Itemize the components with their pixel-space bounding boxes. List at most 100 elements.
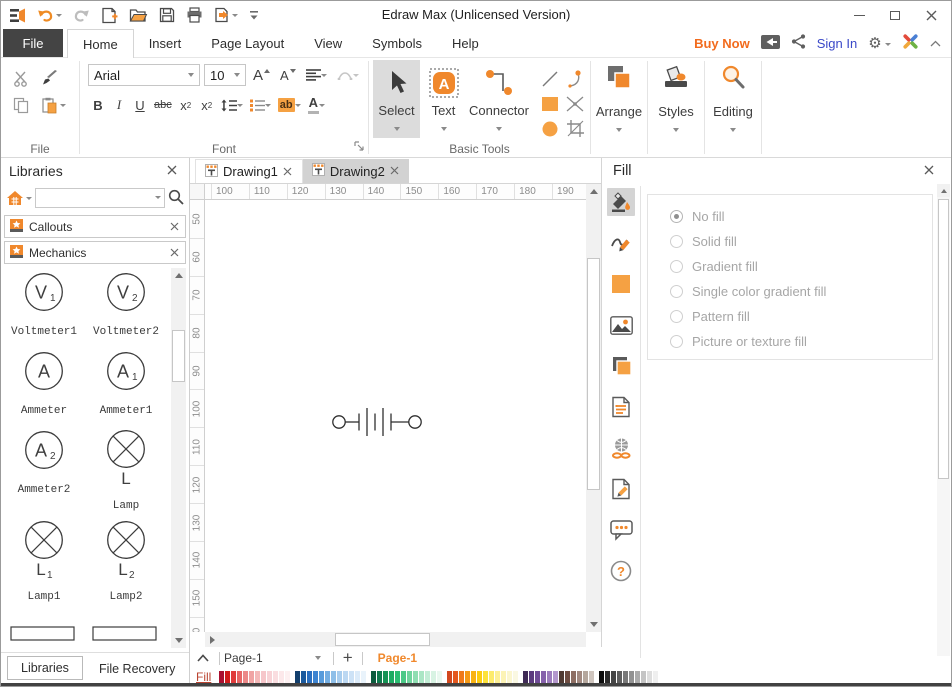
close-button[interactable] — [913, 1, 949, 29]
menu-tab-view[interactable]: View — [299, 29, 357, 57]
scroll-down-icon[interactable] — [171, 633, 186, 648]
scroll-right-icon[interactable] — [205, 632, 220, 647]
color-swatch[interactable] — [295, 671, 300, 683]
color-swatch[interactable] — [541, 671, 546, 683]
scroll-down-icon[interactable] — [586, 617, 601, 632]
color-swatch[interactable] — [231, 671, 236, 683]
text-tool-button[interactable]: A Text — [420, 60, 467, 138]
color-swatch[interactable] — [471, 671, 476, 683]
layers-tool-icon[interactable] — [607, 352, 635, 380]
document-tab-drawing1[interactable]: Drawing1 — [195, 159, 303, 183]
connector-tool-button[interactable]: Connector — [467, 60, 531, 138]
color-swatch[interactable] — [535, 671, 540, 683]
color-swatch[interactable] — [343, 671, 348, 683]
color-swatch[interactable] — [477, 671, 482, 683]
panel-tab-libraries[interactable]: Libraries — [7, 656, 83, 680]
arc-tool-button[interactable] — [564, 66, 586, 91]
color-swatch[interactable] — [361, 671, 366, 683]
menu-tab-symbols[interactable]: Symbols — [357, 29, 437, 57]
new-document-button[interactable] — [99, 4, 120, 26]
line-tool-button[interactable] — [539, 66, 561, 91]
library-section-close-icon[interactable] — [170, 248, 180, 258]
styles-button[interactable]: Styles — [648, 58, 704, 157]
color-swatch[interactable] — [583, 671, 588, 683]
library-symbol-ammeter[interactable]: AAmmeter — [3, 350, 85, 417]
color-swatch[interactable] — [635, 671, 640, 683]
color-swatch[interactable] — [395, 671, 400, 683]
color-swatch[interactable] — [483, 671, 488, 683]
menu-tab-home[interactable]: Home — [67, 29, 134, 58]
connection-point-tool-button[interactable] — [564, 91, 586, 116]
radio-solid-fill[interactable] — [670, 235, 683, 248]
color-swatch[interactable] — [325, 671, 330, 683]
color-swatch[interactable] — [349, 671, 354, 683]
color-swatch[interactable] — [459, 671, 464, 683]
text-highlight-button[interactable]: ab — [275, 95, 304, 115]
libraries-panel-close-icon[interactable] — [167, 165, 177, 175]
search-icon[interactable] — [168, 189, 184, 208]
customize-toolbar-button[interactable] — [247, 4, 261, 26]
color-swatch[interactable] — [273, 671, 278, 683]
library-symbol-ammeter1[interactable]: A1Ammeter1 — [85, 350, 167, 417]
save-button[interactable] — [157, 4, 177, 26]
shape-color-tool-icon[interactable] — [607, 270, 635, 298]
send-icon[interactable] — [761, 35, 780, 52]
color-swatch[interactable] — [425, 671, 430, 683]
underline-button[interactable]: U — [130, 95, 150, 115]
color-swatch[interactable] — [389, 671, 394, 683]
file-menu-button[interactable]: File — [3, 29, 63, 57]
color-swatch[interactable] — [331, 671, 336, 683]
format-painter-button[interactable] — [41, 70, 71, 87]
font-name-select[interactable]: Arial — [88, 64, 200, 86]
color-swatch[interactable] — [529, 671, 534, 683]
library-symbol[interactable] — [3, 625, 85, 646]
undo-button[interactable] — [35, 4, 64, 26]
cut-button[interactable] — [13, 70, 39, 87]
library-symbol-voltmeter1[interactable]: V1Voltmeter1 — [3, 271, 85, 338]
export-button[interactable] — [212, 4, 240, 26]
library-symbol-lamp[interactable]: LLamp — [85, 429, 167, 512]
color-swatch[interactable] — [513, 671, 518, 683]
document-tab-drawing2[interactable]: Drawing2 — [303, 159, 409, 183]
library-symbol-ammeter2[interactable]: A2Ammeter2 — [3, 429, 85, 508]
menu-tab-help[interactable]: Help — [437, 29, 494, 57]
line-spacing-button[interactable] — [218, 95, 246, 115]
grow-font-button[interactable]: A — [250, 65, 273, 85]
scroll-up-icon[interactable] — [937, 184, 950, 197]
color-swatch[interactable] — [589, 671, 594, 683]
help-tool-icon[interactable]: ? — [607, 557, 635, 585]
color-swatch[interactable] — [623, 671, 628, 683]
comment-tool-icon[interactable] — [607, 516, 635, 544]
color-swatch[interactable] — [489, 671, 494, 683]
fill-tool-icon[interactable] — [607, 188, 635, 216]
radio-single-color-gradient-fill[interactable] — [670, 285, 683, 298]
color-swatch[interactable] — [313, 671, 318, 683]
scroll-up-icon[interactable] — [171, 268, 186, 283]
paste-button[interactable] — [41, 97, 71, 114]
fill-option-pattern-fill[interactable]: Pattern fill — [670, 304, 932, 329]
color-swatch[interactable] — [285, 671, 290, 683]
color-swatch[interactable] — [225, 671, 230, 683]
radio-no-fill[interactable] — [670, 210, 683, 223]
buy-now-link[interactable]: Buy Now — [694, 36, 750, 51]
close-tab-icon[interactable] — [283, 167, 293, 177]
radio-gradient-fill[interactable] — [670, 260, 683, 273]
page-settings-tool-icon[interactable] — [607, 393, 635, 421]
menu-tab-insert[interactable]: Insert — [134, 29, 197, 57]
pages-collapse-icon[interactable] — [197, 654, 209, 662]
color-swatch[interactable] — [611, 671, 616, 683]
maximize-button[interactable] — [877, 1, 913, 29]
scroll-up-icon[interactable] — [586, 184, 601, 199]
superscript-button[interactable]: x2 — [197, 95, 217, 115]
library-scrollbar[interactable] — [171, 268, 186, 648]
color-swatch[interactable] — [447, 671, 452, 683]
color-swatch[interactable] — [577, 671, 582, 683]
library-symbol-lamp2[interactable]: L2Lamp2 — [85, 520, 167, 603]
library-home-button[interactable] — [6, 190, 32, 206]
color-swatch[interactable] — [453, 671, 458, 683]
strikethrough-button[interactable]: abc — [151, 95, 175, 115]
color-swatch[interactable] — [219, 671, 224, 683]
fill-panel-close-icon[interactable] — [924, 165, 934, 175]
line-style-tool-icon[interactable] — [607, 229, 635, 257]
color-swatch[interactable] — [371, 671, 376, 683]
